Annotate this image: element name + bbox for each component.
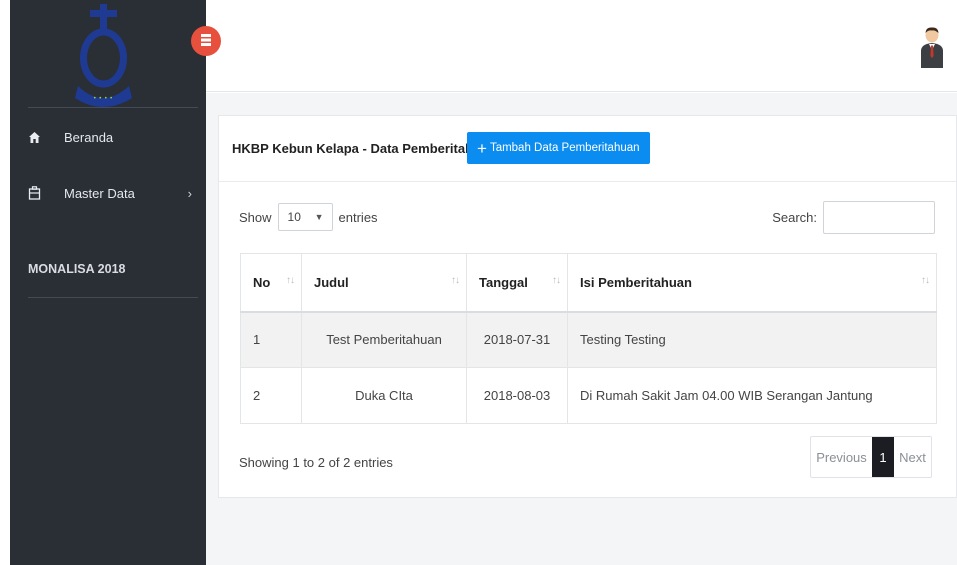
entries-label: entries — [338, 209, 378, 225]
cell-judul: Test Pemberitahuan — [301, 311, 467, 368]
previous-page-button[interactable]: Previous — [811, 437, 872, 477]
data-card: HKBP Kebun Kelapa - Data Pemberitahuan +… — [218, 115, 957, 498]
column-header-no[interactable]: No ↑↓ — [240, 253, 302, 313]
sort-icon: ↑↓ — [451, 275, 460, 286]
sort-icon: ↑↓ — [921, 275, 930, 286]
sidebar-section-title: MONALISA 2018 — [28, 262, 126, 276]
table-row: 2 Duka CIta 2018-08-03 Di Rumah Sakit Ja… — [240, 367, 937, 424]
user-avatar[interactable] — [920, 26, 944, 68]
column-header-isi[interactable]: Isi Pemberitahuan ↑↓ — [567, 253, 937, 313]
sidebar-item-beranda[interactable]: Beranda — [10, 122, 206, 152]
entries-select-value: 10 — [287, 210, 301, 224]
search-input[interactable] — [823, 201, 935, 234]
church-logo: • • • • — [10, 0, 206, 108]
cell-isi: Testing Testing — [567, 311, 937, 368]
page-1-button[interactable]: 1 — [872, 437, 894, 477]
announcements-table: No ↑↓ Judul ↑↓ Tanggal ↑↓ Isi Pemberitahuan… — [240, 253, 937, 424]
card-header: HKBP Kebun Kelapa - Data Pemberitahuan +… — [219, 116, 957, 182]
cell-isi: Di Rumah Sakit Jam 04.00 WIB Serangan Ja… — [567, 367, 937, 424]
table-row: 1 Test Pemberitahuan 2018-07-31 Testing … — [240, 311, 937, 368]
add-announcement-button[interactable]: + Tambah Data Pemberitahuan — [467, 132, 650, 164]
table-header-row: No ↑↓ Judul ↑↓ Tanggal ↑↓ Isi Pemberitahuan… — [240, 253, 937, 313]
cell-tanggal: 2018-07-31 — [466, 311, 568, 368]
briefcase-icon — [26, 185, 42, 201]
pagination: Previous 1 Next — [810, 436, 932, 478]
sort-icon: ↑↓ — [286, 275, 295, 286]
search-label: Search: — [772, 210, 817, 225]
sidebar: • • • • Beranda Master Data › MONALISA 2… — [10, 0, 206, 565]
logo-divider — [28, 107, 198, 108]
svg-text:• • • •: • • • • — [93, 95, 113, 102]
left-gutter — [0, 0, 10, 565]
page-title: HKBP Kebun Kelapa - Data Pemberitahuan — [232, 141, 497, 156]
table-info: Showing 1 to 2 of 2 entries — [239, 455, 393, 470]
caret-down-icon: ▼ — [314, 212, 324, 222]
cell-no: 1 — [240, 311, 302, 368]
cell-no: 2 — [240, 367, 302, 424]
sidebar-item-label: Beranda — [64, 129, 114, 145]
cell-judul: Duka CIta — [301, 367, 467, 424]
length-control: Show 10 ▼ entries — [239, 203, 378, 231]
top-navbar — [206, 0, 957, 92]
column-header-tanggal[interactable]: Tanggal ↑↓ — [466, 253, 568, 313]
cell-tanggal: 2018-08-03 — [466, 367, 568, 424]
home-icon — [26, 129, 42, 145]
sidebar-toggle-button[interactable] — [191, 26, 221, 56]
chevron-right-icon: › — [187, 185, 192, 201]
search-control: Search: — [772, 201, 935, 234]
add-announcement-label: Tambah Data Pemberitahuan — [489, 142, 640, 154]
entries-select[interactable]: 10 ▼ — [277, 203, 333, 231]
sort-icon: ↑↓ — [552, 275, 561, 286]
menu-icon — [201, 33, 211, 49]
section-divider — [28, 297, 198, 298]
plus-icon: + — [477, 138, 487, 158]
sidebar-item-label: Master Data — [64, 185, 135, 201]
column-header-judul[interactable]: Judul ↑↓ — [301, 253, 467, 313]
next-page-button[interactable]: Next — [894, 437, 931, 477]
show-label: Show — [239, 209, 272, 225]
sidebar-item-master-data[interactable]: Master Data › — [10, 178, 206, 208]
